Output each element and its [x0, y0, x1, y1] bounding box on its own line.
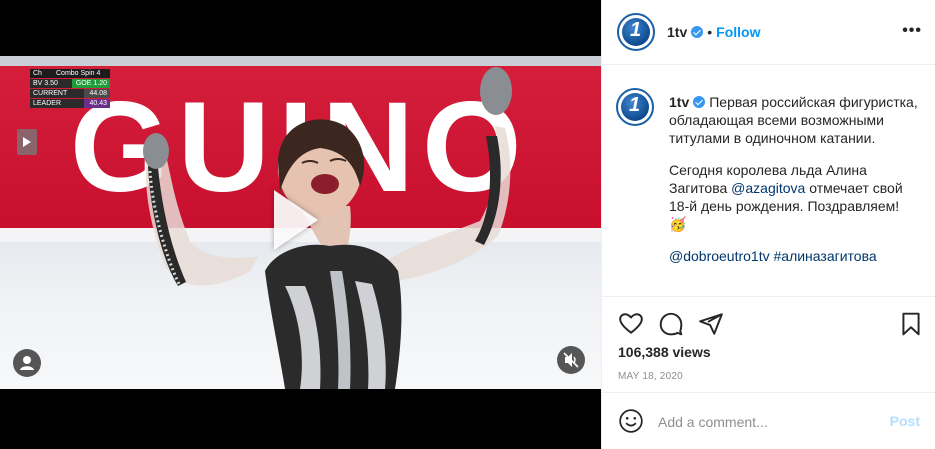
post-header: 1 1tv • Follow ••• — [602, 0, 935, 65]
caption-tags: @dobroeutro1tv #алиназагитова — [669, 247, 919, 265]
video-overlay-icon — [17, 129, 37, 155]
post-date[interactable]: MAY 18, 2020 — [618, 371, 683, 382]
scoreboard-label: LEADER — [33, 100, 62, 107]
user-icon — [20, 356, 34, 370]
scoreboard-header-left: Ch — [33, 70, 42, 77]
header-user-block: 1tv • Follow — [667, 24, 760, 42]
post-sidebar: 1 1tv • Follow ••• 1 1tv Первая российская … — [601, 0, 935, 449]
tagged-users-button[interactable] — [13, 349, 41, 377]
separator-dot: • — [707, 24, 713, 40]
scoreboard-header: Ch Combo Spin 4 — [30, 69, 110, 78]
scoreboard-row: LEADER 40.43 — [30, 99, 110, 108]
action-row — [602, 311, 935, 341]
caption-text: 1tv Первая российская фигуристка, обладаю… — [669, 93, 919, 265]
scoreboard-value: GOE 1.20 — [72, 79, 110, 88]
verified-badge-icon — [693, 96, 706, 108]
share-icon[interactable] — [698, 311, 724, 337]
channel-one-logo-icon: 1 — [630, 19, 642, 41]
caption-username[interactable]: 1tv — [669, 94, 689, 110]
caption-para1: Первая российская фигуристка, обладающая… — [669, 94, 918, 146]
follow-button[interactable]: Follow — [716, 24, 760, 40]
more-options-button[interactable]: ••• — [902, 22, 922, 40]
mention-link[interactable]: @azagitova — [731, 180, 805, 196]
avatar[interactable]: 1 — [616, 88, 654, 126]
play-icon — [274, 190, 318, 250]
save-bookmark-icon[interactable] — [898, 311, 924, 337]
speaker-muted-icon — [563, 352, 579, 368]
scoreboard-label: CURRENT — [33, 90, 68, 97]
post-caption: 1 1tv Первая российская фигуристка, облад… — [616, 88, 926, 288]
views-count[interactable]: 106,388 views — [618, 344, 711, 360]
verified-badge-icon — [691, 26, 704, 38]
scoreboard-header-right: Combo Spin 4 — [54, 69, 110, 78]
video-panel: GUINO — [0, 0, 601, 449]
hashtag-links[interactable]: @dobroeutro1tv #алиназагитова — [669, 248, 877, 264]
username[interactable]: 1tv — [667, 24, 687, 40]
like-heart-icon[interactable] — [618, 311, 644, 337]
scoreboard-value: 40.43 — [84, 99, 110, 108]
comment-bar: Post — [602, 392, 935, 449]
scoreboard-label: BV 3.50 — [33, 80, 58, 87]
avatar[interactable]: 1 — [617, 13, 655, 51]
scoreboard-value: 44.08 — [84, 89, 110, 98]
caption-para2: Сегодня королева льда Алина Загитова @az… — [669, 161, 919, 233]
scoreboard-row: CURRENT 44.08 — [30, 89, 110, 98]
scoreboard-row: BV 3.50 GOE 1.20 — [30, 79, 110, 88]
post-comment-button[interactable]: Post — [890, 413, 920, 429]
emoji-smile-icon[interactable] — [618, 408, 644, 434]
comment-input[interactable] — [658, 412, 868, 432]
channel-one-logo-icon: 1 — [629, 94, 641, 116]
party-emoji: 🥳 — [669, 216, 687, 232]
scoreboard-overlay: Ch Combo Spin 4 BV 3.50 GOE 1.20 CURRENT… — [30, 69, 110, 109]
play-button[interactable] — [262, 180, 332, 260]
action-bar — [602, 296, 935, 341]
comment-icon[interactable] — [658, 311, 684, 337]
mute-button[interactable] — [557, 346, 585, 374]
